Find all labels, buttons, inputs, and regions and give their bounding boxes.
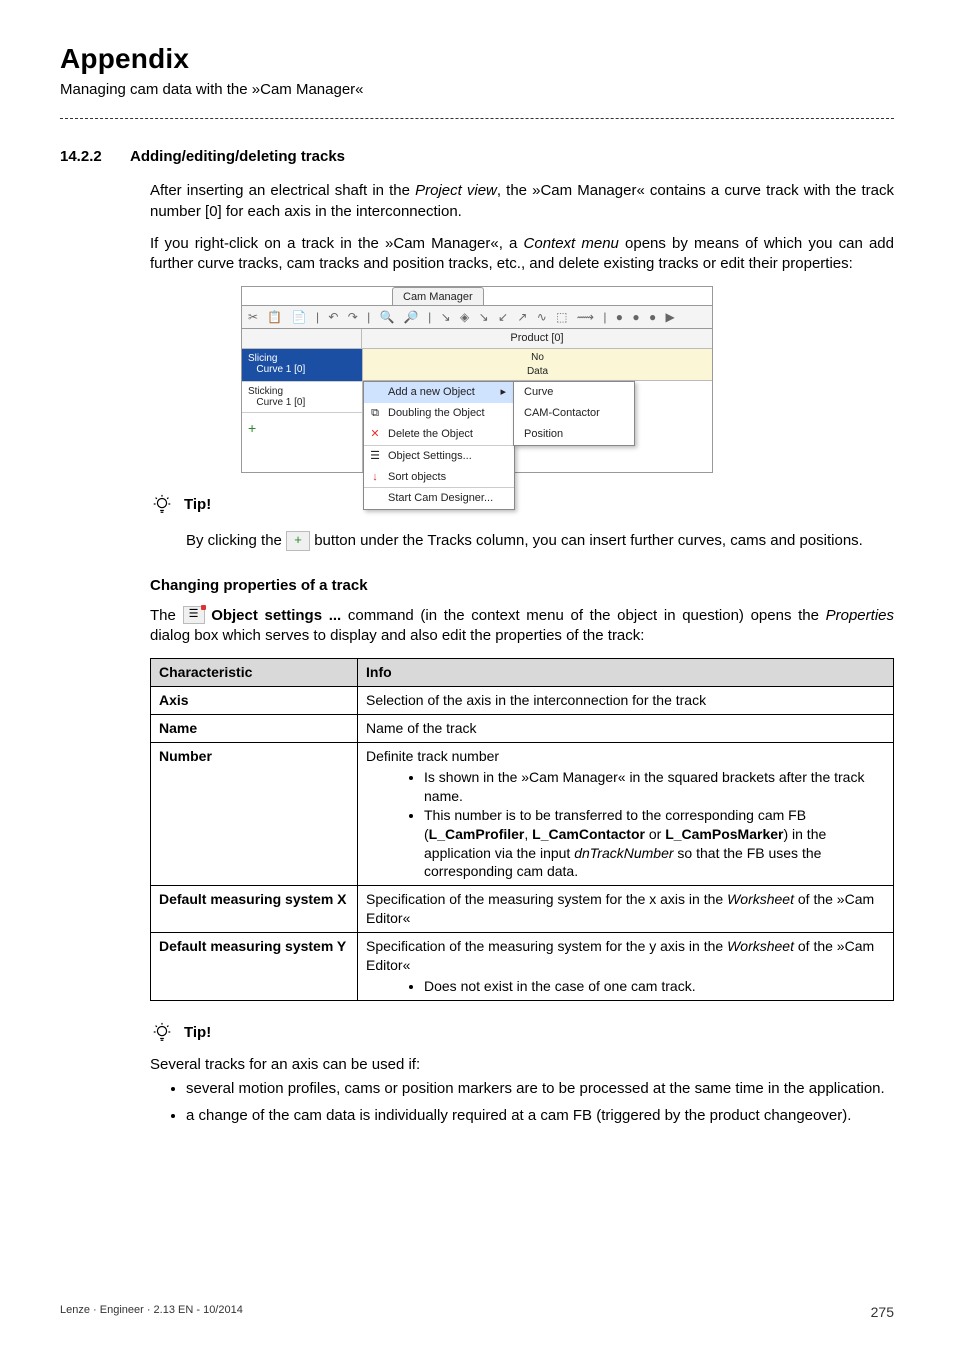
tip-label: Tip! [184, 1021, 211, 1043]
text: dialog box which serves to display and a… [150, 627, 644, 644]
text: If you right-click on a track in the »Ca… [150, 235, 524, 252]
track-curve: Curve 1 [0] [256, 397, 305, 408]
section-body: After inserting an electrical shaft in t… [150, 181, 894, 274]
text-italic: Context menu [524, 235, 619, 252]
cell-characteristic: Default measuring system X [151, 886, 358, 933]
text-italic: Project view [415, 182, 497, 199]
plus-button-icon: + [286, 531, 310, 551]
section-heading: 14.2.2 Adding/editing/deleting tracks [60, 147, 894, 167]
cell-characteristic: Number [151, 743, 358, 886]
section-title: Adding/editing/deleting tracks [130, 147, 345, 167]
para-2: If you right-click on a track in the »Ca… [150, 234, 894, 275]
tip-block-2: Tip! [150, 1021, 894, 1049]
cell-info: Name of the track [358, 715, 894, 743]
menu-sort-objects[interactable]: ↓ Sort objects [364, 467, 514, 489]
tip-body-1: By clicking the + button under the Track… [186, 531, 894, 551]
header-tracks [242, 329, 362, 349]
menu-label: Delete the Object [388, 428, 473, 440]
footer-left: Lenze · Engineer · 2.13 EN - 10/2014 [60, 1303, 243, 1322]
page-subtitle: Managing cam data with the »Cam Manager« [60, 80, 894, 100]
page-footer: Lenze · Engineer · 2.13 EN - 10/2014 275 [60, 1303, 894, 1322]
copy-icon: ⧉ [368, 406, 382, 421]
submenu-curve[interactable]: Curve [514, 382, 634, 403]
col-characteristic: Characteristic [151, 659, 358, 687]
table-row: NumberDefinite track numberIs shown in t… [151, 743, 894, 886]
section-number: 14.2.2 [60, 147, 130, 167]
context-menu: Add a new Object▸ ⧉ Doubling the Object … [363, 381, 515, 510]
track-slicing[interactable]: Slicing Curve 1 [0] [242, 349, 362, 381]
header-product: Product [0] [362, 329, 712, 349]
context-submenu: Curve CAM-Contactor Position [513, 381, 635, 446]
page-number: 275 [871, 1303, 894, 1322]
subheading-changing-properties: Changing properties of a track [150, 576, 894, 596]
table-row: Default measuring system XSpecification … [151, 886, 894, 933]
divider [60, 118, 894, 119]
toolbar[interactable]: ✂ 📋 📄 | ↶ ↷ | 🔍 🔎 | ↘ ◈ ↘ ↙ ↗ ∿ ⬚ ⟿ | ● … [242, 305, 712, 329]
cell-info: Selection of the axis in the interconnec… [358, 687, 894, 715]
text: button under the Tracks column, you can … [314, 532, 863, 549]
settings-icon: ☰ [368, 449, 382, 464]
menu-doubling-object[interactable]: ⧉ Doubling the Object [364, 403, 514, 424]
track-name: Slicing [248, 353, 277, 364]
menu-object-settings[interactable]: ☰ Object Settings... [364, 446, 514, 467]
cell-characteristic: Axis [151, 687, 358, 715]
text-italic: Properties [826, 607, 894, 624]
menu-label: Add a new Object [388, 386, 475, 398]
table-row: NameName of the track [151, 715, 894, 743]
cell-characteristic: Default measuring system Y [151, 933, 358, 1001]
add-track-button[interactable]: + [242, 412, 362, 472]
sort-icon: ↓ [368, 470, 382, 485]
list-item: several motion profiles, cams or positio… [186, 1079, 894, 1099]
cell-info: Specification of the measuring system fo… [358, 933, 894, 1001]
submenu-position[interactable]: Position [514, 424, 634, 445]
text: The [150, 607, 183, 624]
list-item: a change of the cam data is individually… [186, 1106, 894, 1126]
table-row: Default measuring system YSpecification … [151, 933, 894, 1001]
text: command (in the context menu of the obje… [348, 607, 826, 624]
cell-characteristic: Name [151, 715, 358, 743]
track-curve: Curve 1 [0] [256, 364, 305, 375]
screenshot-cam-manager: Cam Manager ✂ 📋 📄 | ↶ ↷ | 🔍 🔎 | ↘ ◈ ↘ ↙ … [60, 286, 894, 473]
change-para: The ☰ Object settings ... command (in th… [150, 606, 894, 647]
tip-icon [150, 1021, 174, 1049]
para-1: After inserting an electrical shaft in t… [150, 181, 894, 222]
delete-icon: ✕ [368, 427, 382, 442]
text: After inserting an electrical shaft in t… [150, 182, 415, 199]
cell-no-data: No Data [362, 349, 712, 381]
menu-label: Sort objects [388, 471, 446, 483]
cell-info: Specification of the measuring system fo… [358, 886, 894, 933]
page-title: Appendix [60, 40, 894, 78]
tip2-lead: Several tracks for an axis can be used i… [150, 1055, 894, 1075]
col-info: Info [358, 659, 894, 687]
menu-start-cam-designer[interactable]: Start Cam Designer... [364, 488, 514, 509]
menu-label: Object Settings... [388, 450, 472, 462]
menu-label: Doubling the Object [388, 407, 485, 419]
submenu-cam-contactor[interactable]: CAM-Contactor [514, 403, 634, 424]
tab-cam-manager[interactable]: Cam Manager [392, 287, 484, 305]
object-settings-icon: ☰ [183, 606, 205, 624]
text-bold: Object settings ... [211, 607, 341, 624]
menu-delete-object[interactable]: ✕ Delete the Object [364, 424, 514, 446]
track-name: Sticking [248, 386, 283, 397]
text: By clicking the [186, 532, 286, 549]
tip-label: Tip! [184, 493, 211, 515]
tip-block-1: Tip! [150, 493, 894, 521]
menu-label: Start Cam Designer... [388, 492, 493, 504]
track-sticking[interactable]: Sticking Curve 1 [0] [242, 381, 362, 412]
menu-add-object[interactable]: Add a new Object ▸ [364, 382, 514, 403]
cell-info: Definite track numberIs shown in the »Ca… [358, 743, 894, 886]
submenu-arrow-icon: ▸ [500, 385, 506, 400]
tip-icon [150, 493, 174, 521]
properties-table: Characteristic Info AxisSelection of the… [150, 658, 894, 1000]
table-row: AxisSelection of the axis in the interco… [151, 687, 894, 715]
tip-body-2: Several tracks for an axis can be used i… [150, 1055, 894, 1075]
tip2-bullet-list: several motion profiles, cams or positio… [170, 1079, 894, 1126]
